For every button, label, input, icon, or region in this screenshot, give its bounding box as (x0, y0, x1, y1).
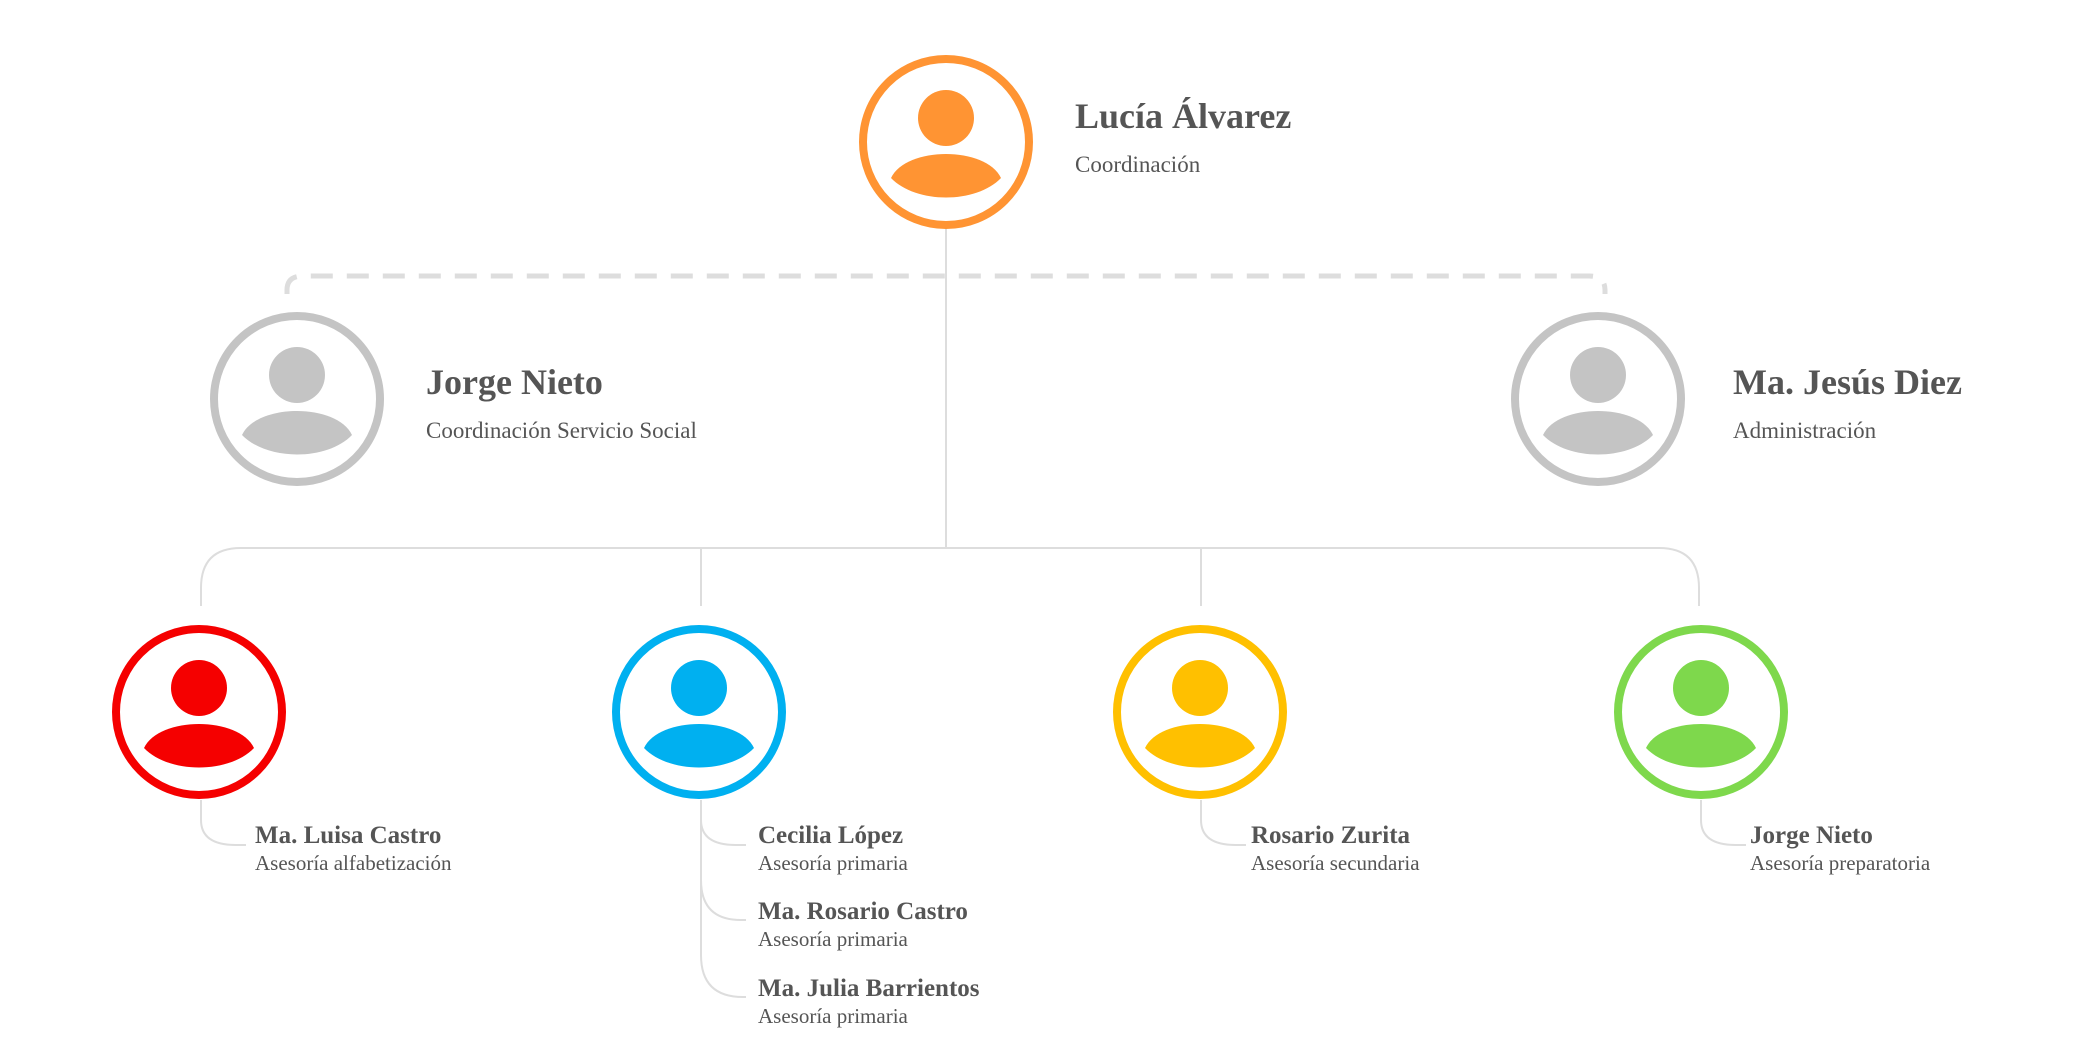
person-name: Lucía Álvarez (1075, 96, 1292, 136)
person-role: Administración (1733, 418, 1877, 443)
connector-lines (200, 228, 1746, 998)
member-name: Rosario Zurita (1251, 822, 1411, 849)
person-icon (112, 625, 286, 799)
branch-bar (200, 547, 1700, 606)
leaf-line-red-1 (200, 800, 246, 846)
leaf-member: Ma. Rosario Castro Asesoría primaria (758, 899, 968, 950)
member-name: Jorge Nieto (1750, 822, 1873, 849)
person-icon (1614, 625, 1788, 799)
member-role: Asesoría secundaria (1251, 851, 1420, 875)
person-name: Jorge Nieto (426, 362, 603, 402)
node-side-left: Jorge Nieto Coordinación Servicio Social (426, 364, 697, 442)
person-icon (859, 55, 1033, 229)
node-side-right: Ma. Jesús Diez Administración (1733, 364, 1962, 442)
leaf-member: Jorge Nieto Asesoría preparatoria (1750, 823, 1930, 874)
avatar-head (671, 660, 727, 716)
avatar-head (1172, 660, 1228, 716)
leaf-line-blue-1 (700, 800, 746, 846)
person-role: Coordinación (1075, 152, 1201, 177)
leaf-line-green-1 (1700, 800, 1746, 846)
member-role: Asesoría alfabetización (255, 851, 452, 875)
leaf-member: Rosario Zurita Asesoría secundaria (1251, 823, 1420, 874)
leaf-line-yellow-1 (1200, 800, 1246, 846)
member-role: Asesoría primaria (758, 927, 908, 951)
member-name: Ma. Luisa Castro (255, 822, 442, 849)
person-icon (612, 625, 786, 799)
person-role: Coordinación Servicio Social (426, 418, 697, 443)
person-icon (210, 312, 384, 486)
avatar-head (1673, 660, 1729, 716)
avatar-head (171, 660, 227, 716)
person-icon (1511, 312, 1685, 486)
leaf-line-blue-2 (700, 800, 746, 921)
member-role: Asesoría primaria (758, 1004, 908, 1028)
avatar-head (918, 90, 974, 146)
member-role: Asesoría preparatoria (1750, 851, 1931, 875)
leaf-member: Ma. Julia Barrientos Asesoría primaria (758, 976, 980, 1027)
node-top: Lucía Álvarez Coordinación (1075, 98, 1291, 176)
leaf-member: Cecilia López Asesoría primaria (758, 823, 908, 874)
avatar-head (269, 347, 325, 403)
member-name: Ma. Rosario Castro (758, 898, 968, 925)
member-name: Ma. Julia Barrientos (758, 975, 980, 1002)
member-name: Cecilia López (758, 822, 904, 849)
person-name: Ma. Jesús Diez (1733, 362, 1962, 402)
member-role: Asesoría primaria (758, 851, 908, 875)
leaf-line-blue-3 (700, 800, 746, 998)
leaf-member: Ma. Luisa Castro Asesoría alfabetización (255, 823, 452, 874)
person-icon (1113, 625, 1287, 799)
avatar-head (1570, 347, 1626, 403)
